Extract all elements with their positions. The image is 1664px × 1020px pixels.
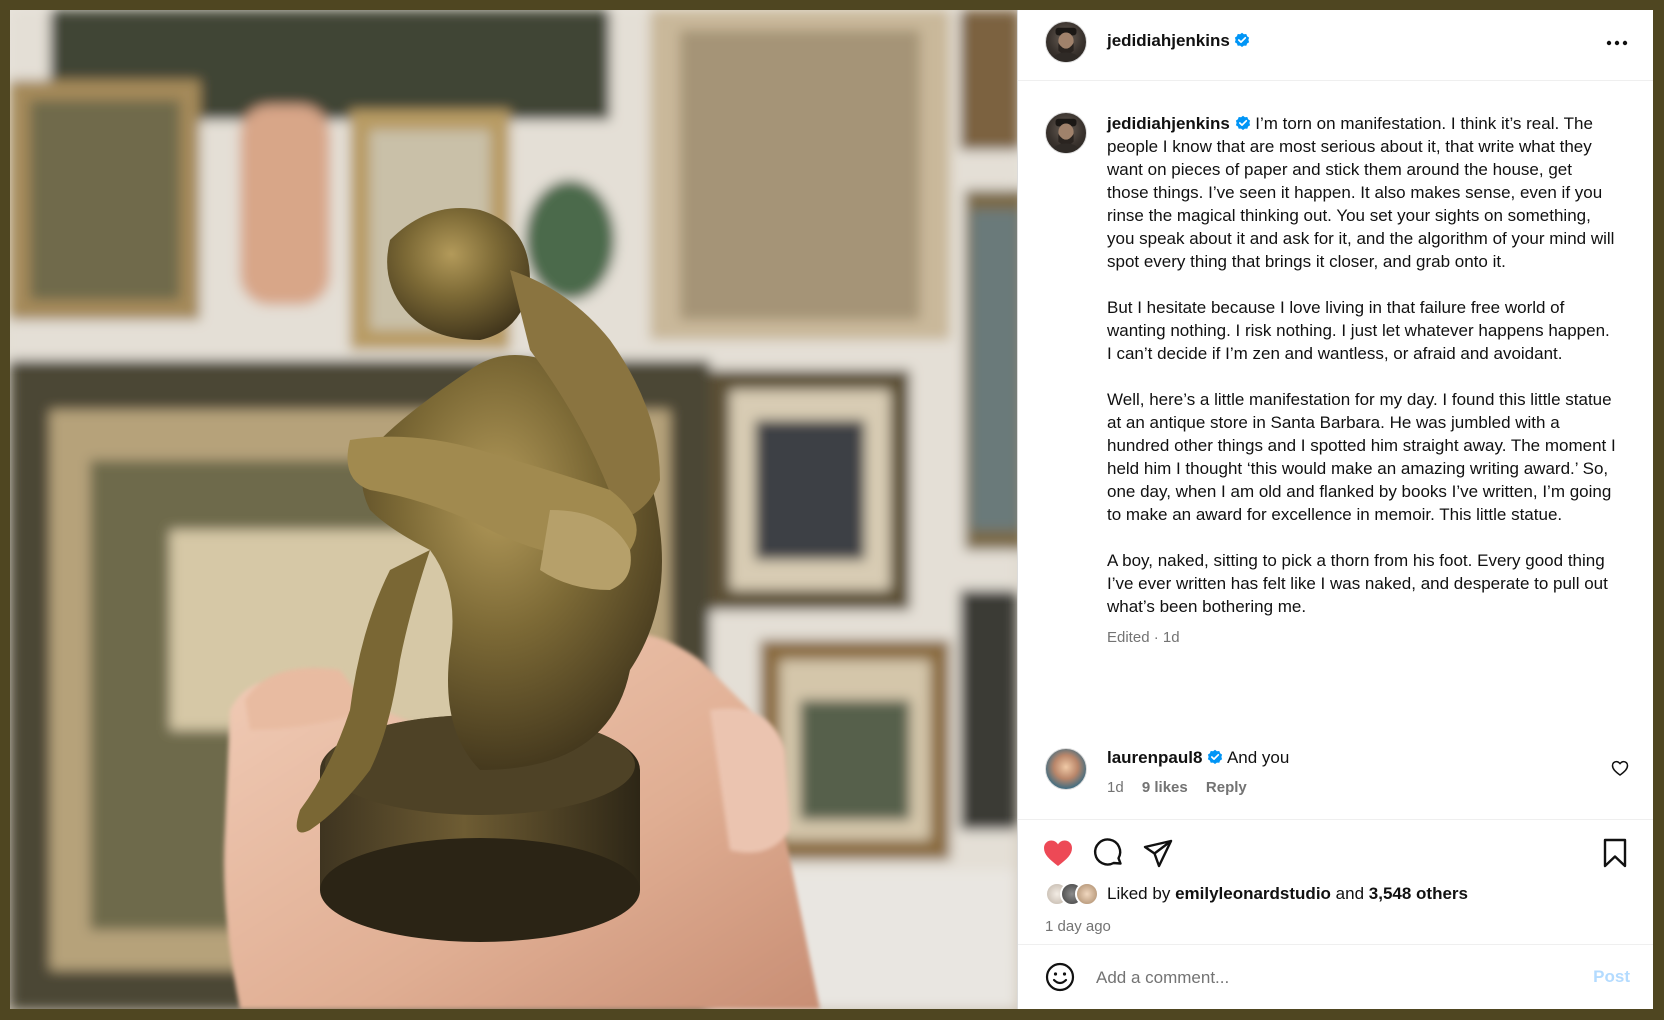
likes-summary: Liked by emilyleonardstudio and 3,548 ot…: [1045, 882, 1468, 906]
caption-author-username[interactable]: jedidiahjenkins: [1107, 114, 1230, 133]
comment-age: 1d: [1107, 779, 1124, 796]
comment-icon[interactable]: [1091, 836, 1125, 870]
action-bar: [1018, 819, 1653, 880]
comment-input[interactable]: [1094, 961, 1548, 995]
verified-icon: [1235, 115, 1250, 130]
author-avatar[interactable]: [1045, 21, 1087, 63]
comment-reply-button[interactable]: Reply: [1206, 779, 1247, 796]
commenter-username[interactable]: laurenpaul8: [1107, 748, 1202, 767]
author-username[interactable]: jedidiahjenkins: [1107, 31, 1230, 50]
liker-avatar: [1075, 882, 1099, 906]
comment-meta: 1d 9 likes Reply: [1107, 779, 1261, 796]
liked-by-others[interactable]: 3,548 others: [1369, 884, 1468, 904]
caption-author-avatar[interactable]: [1045, 112, 1087, 154]
comment-line: laurenpaul8 And you: [1107, 748, 1289, 768]
caption-paragraph-2: But I hesitate because I love living in …: [1107, 298, 1610, 363]
more-icon: [1606, 40, 1628, 46]
bookmark-icon[interactable]: [1598, 836, 1632, 870]
post-timestamp[interactable]: 1 day ago: [1045, 918, 1111, 935]
post-comment-button[interactable]: Post: [1593, 967, 1630, 987]
edited-timestamp: Edited · 1d: [1107, 629, 1180, 646]
comment-item: laurenpaul8 And you 1d 9 likes Reply: [1018, 734, 1653, 804]
post-header: jedidiahjenkins: [1018, 10, 1653, 81]
post-side-panel: jedidiahjenkins jedidiahjenkins I’m torn…: [1017, 10, 1653, 1009]
caption-paragraph-3: Well, here’s a little manifestation for …: [1107, 390, 1616, 524]
emoji-icon[interactable]: [1044, 961, 1076, 993]
caption-paragraph-1: I’m torn on manifestation. I think it’s …: [1107, 114, 1615, 271]
liked-by-user[interactable]: emilyleonardstudio: [1175, 884, 1331, 904]
heart-icon[interactable]: [1041, 836, 1075, 870]
avatar-portrait-icon: [1051, 27, 1081, 62]
verified-icon: [1235, 32, 1250, 47]
avatar-portrait-icon: [1051, 118, 1081, 153]
post-frame: jedidiahjenkins jedidiahjenkins I’m torn…: [10, 10, 1653, 1009]
comment-likes-link[interactable]: 9 likes: [1142, 779, 1188, 796]
caption-paragraph: jedidiahjenkins I’m torn on manifestatio…: [1107, 112, 1617, 273]
liked-by-joiner: and: [1335, 884, 1365, 903]
verified-icon: [1208, 749, 1223, 764]
heart-outline-icon[interactable]: [1610, 758, 1630, 778]
statue-photo: [10, 10, 1017, 1009]
share-icon[interactable]: [1141, 836, 1175, 870]
post-image[interactable]: [10, 10, 1017, 1009]
comment-text: And you: [1226, 748, 1290, 767]
liked-by-prefix: Liked by: [1107, 884, 1171, 903]
more-options-button[interactable]: [1604, 30, 1630, 56]
commenter-avatar[interactable]: [1045, 748, 1087, 790]
author-username-header[interactable]: jedidiahjenkins: [1107, 31, 1250, 51]
caption-paragraph-4: A boy, naked, sitting to pick a thorn fr…: [1107, 551, 1608, 616]
comment-composer: Post: [1018, 944, 1653, 1009]
caption-text: jedidiahjenkins I’m torn on manifestatio…: [1107, 112, 1617, 649]
